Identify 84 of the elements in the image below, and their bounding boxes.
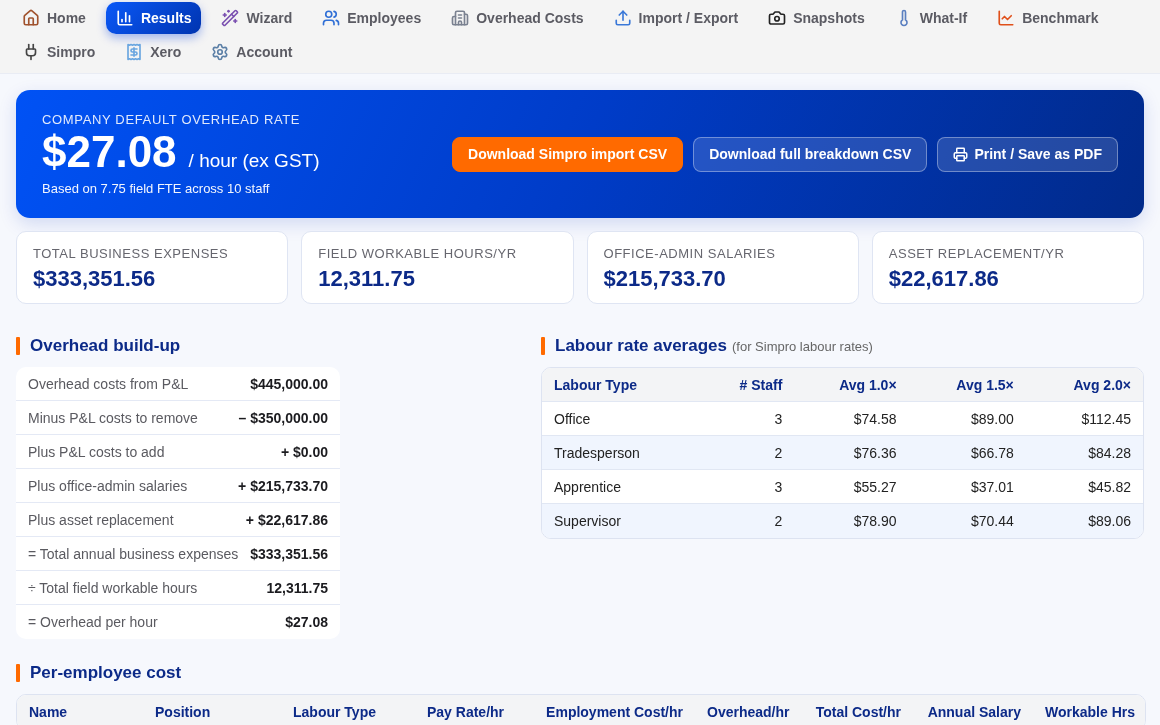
nav-tab[interactable]: Wizard <box>211 2 303 34</box>
nav-tab[interactable]: Xero <box>115 36 192 68</box>
nav-tab[interactable]: Import / Export <box>603 2 749 34</box>
row-value: + $0.00 <box>280 443 328 460</box>
section-marker <box>541 337 545 355</box>
nav-tab[interactable]: What-If <box>884 2 978 34</box>
row-value: + $22,617.86 <box>245 511 328 528</box>
stat-value: $22,617.86 <box>888 266 1000 292</box>
download-button[interactable]: Download full breakdown CSV <box>693 136 928 172</box>
house-icon <box>22 9 40 27</box>
stat-label: FIELD WORKABLE HOURS/YR <box>318 246 518 262</box>
camera-icon <box>768 9 787 27</box>
row-value: $445,000.00 <box>250 375 328 392</box>
row-label: = Overhead per hour <box>28 614 158 630</box>
stat-value: $333,351.56 <box>33 266 157 292</box>
stat-label: OFFICE-ADMIN SALARIES <box>603 246 777 262</box>
table-cell: $66.78 <box>908 436 1026 470</box>
table-cell: 2 <box>692 436 795 470</box>
section-subtitle: (for Simpro labour rates) <box>731 338 873 354</box>
nav-tab[interactable]: Snapshots <box>758 2 875 34</box>
table-cell: 2 <box>692 504 795 538</box>
column-header: Labour Type <box>542 368 693 402</box>
receipt-icon <box>125 43 144 61</box>
stat-label: ASSET REPLACEMENT/YR <box>888 246 1066 262</box>
row-label: Minus P&L costs to remove <box>28 409 198 426</box>
print-button[interactable]: Print / Save as PDF <box>937 136 1118 172</box>
row-label: Plus office-admin salaries <box>28 477 188 494</box>
nav-tab[interactable]: Employees <box>312 2 432 34</box>
table-cell: $89.06 <box>1025 504 1143 538</box>
row-label: Overhead costs from P&L <box>28 375 189 392</box>
column-header: Avg 2.0× <box>1025 368 1143 402</box>
column-header: Pay Rate/hr <box>415 695 515 725</box>
section-title: Per-employee cost <box>30 663 182 683</box>
row-value: $27.08 <box>285 614 328 630</box>
table-cell: $78.90 <box>794 504 909 538</box>
hero-label: COMPANY DEFAULT OVERHEAD RATE <box>42 112 302 128</box>
row-label: Plus asset replacement <box>28 511 174 528</box>
row-label: = Total annual business expenses <box>28 545 239 562</box>
nav-tab[interactable]: Account <box>201 36 303 68</box>
column-header: Employment Cost/hr <box>515 695 695 725</box>
bar-chart-icon <box>115 9 134 27</box>
column-header: Total Cost/hr <box>799 695 913 725</box>
row-value: + $215,733.70 <box>238 477 328 494</box>
row-value: 12,311.75 <box>266 579 328 596</box>
hero-note: Based on 7.75 field FTE across 10 staff <box>42 181 271 196</box>
nav-tab[interactable]: Home <box>12 2 96 34</box>
nav-tab[interactable]: Simpro <box>12 36 106 68</box>
column-header: Avg 1.0× <box>794 368 909 402</box>
table-cell: Tradesperson <box>542 436 693 470</box>
row-value: $333,351.56 <box>250 545 328 562</box>
column-header: # Staff <box>692 368 795 402</box>
column-header: Name <box>17 695 143 725</box>
section-title: Labour rate averages <box>555 336 727 356</box>
section-title: Overhead build-up <box>30 336 181 356</box>
rate-unit: / hour (ex GST) <box>188 150 320 172</box>
table-cell: Supervisor <box>542 504 693 538</box>
table-cell: $70.44 <box>908 504 1026 538</box>
column-header: Avg 1.5× <box>908 368 1026 402</box>
table-cell: $84.28 <box>1025 436 1143 470</box>
stat-value: $215,733.70 <box>603 266 727 292</box>
column-header: Annual Salary <box>913 695 1033 725</box>
upload-icon <box>613 9 632 27</box>
row-label: Plus P&L costs to add <box>28 443 165 460</box>
row-value: – $350,000.00 <box>238 409 328 426</box>
settings-icon <box>211 43 230 61</box>
stat-value: 12,311.75 <box>318 266 416 292</box>
line-chart-icon <box>997 9 1016 27</box>
column-header: Labour Type <box>281 695 415 725</box>
nav-tab[interactable]: Results <box>105 2 202 34</box>
rate-value: $27.08 <box>42 129 177 175</box>
section-marker <box>16 337 20 355</box>
nav-tab[interactable]: Benchmark <box>987 2 1109 34</box>
printer-icon <box>953 146 969 162</box>
column-header: Workable Hrs <box>1033 695 1145 725</box>
nav-tab[interactable]: Overhead Costs <box>441 2 594 34</box>
table-cell: $76.36 <box>794 436 909 470</box>
row-label: ÷ Total field workable hours <box>28 579 198 596</box>
stat-label: TOTAL BUSINESS EXPENSES <box>33 246 230 262</box>
section-marker <box>16 664 20 682</box>
wand-icon <box>221 9 240 27</box>
column-header: Position <box>143 695 281 725</box>
column-header: Overhead/hr <box>695 695 799 725</box>
people-icon <box>322 9 341 27</box>
building-icon <box>451 9 470 27</box>
